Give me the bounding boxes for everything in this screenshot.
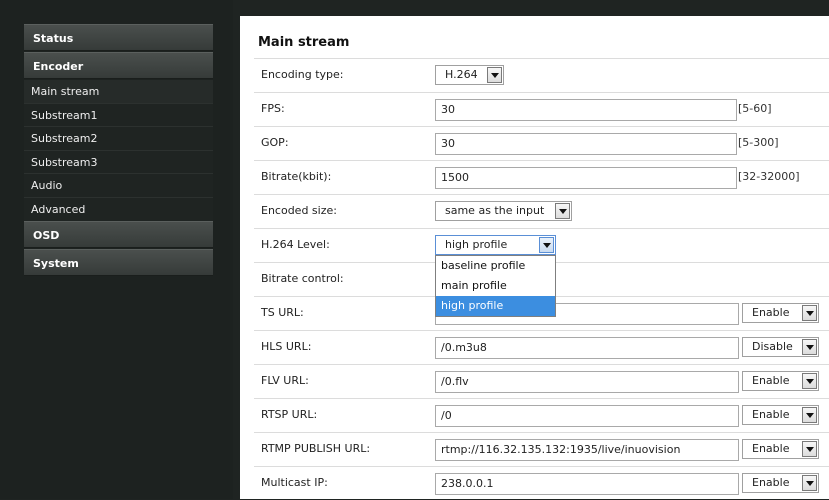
fps-range: [5-60] <box>738 102 772 115</box>
h264-level-value: high profile <box>445 238 508 251</box>
row-multicast-ip: Multicast IP: 238.0.0.1 Enable <box>254 466 829 500</box>
h264-level-select[interactable]: high profile <box>435 235 556 255</box>
encoding-type-value: H.264 <box>445 68 478 81</box>
rtmp-url-input[interactable]: rtmp://116.32.135.132:1935/live/inuovisi… <box>435 439 739 461</box>
row-flv-url: FLV URL: /0.flv Enable <box>254 364 829 398</box>
flv-url-label: FLV URL: <box>261 374 309 387</box>
sidebar-menu: Status Encoder Main stream Substream1 Su… <box>24 24 213 277</box>
bitrate-input[interactable]: 1500 <box>435 167 737 189</box>
chevron-down-icon[interactable] <box>802 339 817 355</box>
page-title: Main stream <box>258 35 350 50</box>
sidebar-item-main-stream[interactable]: Main stream <box>24 80 213 104</box>
multicast-ip-label: Multicast IP: <box>261 476 328 489</box>
rtmp-url-state-select[interactable]: Enable <box>742 439 819 459</box>
row-fps: FPS: 30 [5-60] <box>254 92 829 126</box>
ts-url-state-value: Enable <box>752 306 790 319</box>
chevron-down-icon[interactable] <box>802 441 817 457</box>
chevron-down-icon[interactable] <box>487 67 502 83</box>
sidebar-item-advanced[interactable]: Advanced <box>24 197 213 221</box>
sidebar-section-system[interactable]: System <box>24 249 213 276</box>
sidebar-item-audio[interactable]: Audio <box>24 174 213 198</box>
row-gop: GOP: 30 [5-300] <box>254 126 829 160</box>
dropdown-option-baseline-profile[interactable]: baseline profile <box>436 256 555 276</box>
rtmp-url-label: RTMP PUBLISH URL: <box>261 442 371 455</box>
flv-url-input[interactable]: /0.flv <box>435 371 739 393</box>
bitrate-control-label: Bitrate control: <box>261 272 344 285</box>
bitrate-range: [32-32000] <box>738 170 800 183</box>
row-rtmp-url: RTMP PUBLISH URL: rtmp://116.32.135.132:… <box>254 432 829 466</box>
sidebar-item-substream3[interactable]: Substream3 <box>24 150 213 174</box>
chevron-down-icon[interactable] <box>539 237 554 253</box>
flv-url-state-value: Enable <box>752 374 790 387</box>
encoded-size-label: Encoded size: <box>261 204 337 217</box>
fps-input[interactable]: 30 <box>435 99 737 121</box>
flv-url-state-select[interactable]: Enable <box>742 371 819 391</box>
chevron-down-icon[interactable] <box>802 475 817 491</box>
hls-url-state-select[interactable]: Disable <box>742 337 819 357</box>
sidebar: Status Encoder Main stream Substream1 Su… <box>0 0 233 499</box>
rtmp-url-state-value: Enable <box>752 442 790 455</box>
chevron-down-icon[interactable] <box>802 407 817 423</box>
encoded-size-select[interactable]: same as the input <box>435 201 572 221</box>
hls-url-label: HLS URL: <box>261 340 312 353</box>
dropdown-option-high-profile[interactable]: high profile <box>436 296 555 316</box>
gop-input[interactable]: 30 <box>435 133 737 155</box>
rtsp-url-state-select[interactable]: Enable <box>742 405 819 425</box>
rtsp-url-input[interactable]: /0 <box>435 405 739 427</box>
hls-url-state-value: Disable <box>752 340 793 353</box>
row-encoding-type: Encoding type: H.264 <box>254 58 829 92</box>
encoding-type-label: Encoding type: <box>261 68 344 81</box>
bitrate-label: Bitrate(kbit): <box>261 170 332 183</box>
sidebar-item-substream1[interactable]: Substream1 <box>24 103 213 127</box>
rtsp-url-label: RTSP URL: <box>261 408 318 421</box>
multicast-ip-input[interactable]: 238.0.0.1 <box>435 473 739 495</box>
multicast-ip-state-value: Enable <box>752 476 790 489</box>
row-encoded-size: Encoded size: same as the input <box>254 194 829 228</box>
ts-url-label: TS URL: <box>261 306 304 319</box>
multicast-ip-state-select[interactable]: Enable <box>742 473 819 493</box>
gop-range: [5-300] <box>738 136 779 149</box>
encoded-size-value: same as the input <box>445 204 545 217</box>
sidebar-section-osd[interactable]: OSD <box>24 221 213 248</box>
row-bitrate: Bitrate(kbit): 1500 [32-32000] <box>254 160 829 194</box>
sidebar-section-encoder[interactable]: Encoder <box>24 52 213 79</box>
chevron-down-icon[interactable] <box>555 203 570 219</box>
rtsp-url-state-value: Enable <box>752 408 790 421</box>
gop-label: GOP: <box>261 136 289 149</box>
h264-level-dropdown-list: baseline profile main profile high profi… <box>435 255 556 317</box>
row-hls-url: HLS URL: /0.m3u8 Disable <box>254 330 829 364</box>
h264-level-label: H.264 Level: <box>261 238 330 251</box>
fps-label: FPS: <box>261 102 285 115</box>
chevron-down-icon[interactable] <box>802 373 817 389</box>
row-rtsp-url: RTSP URL: /0 Enable <box>254 398 829 432</box>
dropdown-option-main-profile[interactable]: main profile <box>436 276 555 296</box>
sidebar-item-substream2[interactable]: Substream2 <box>24 127 213 151</box>
encoding-type-select[interactable]: H.264 <box>435 65 504 85</box>
sidebar-section-status[interactable]: Status <box>24 24 213 51</box>
hls-url-input[interactable]: /0.m3u8 <box>435 337 739 359</box>
ts-url-state-select[interactable]: Enable <box>742 303 819 323</box>
chevron-down-icon[interactable] <box>802 305 817 321</box>
